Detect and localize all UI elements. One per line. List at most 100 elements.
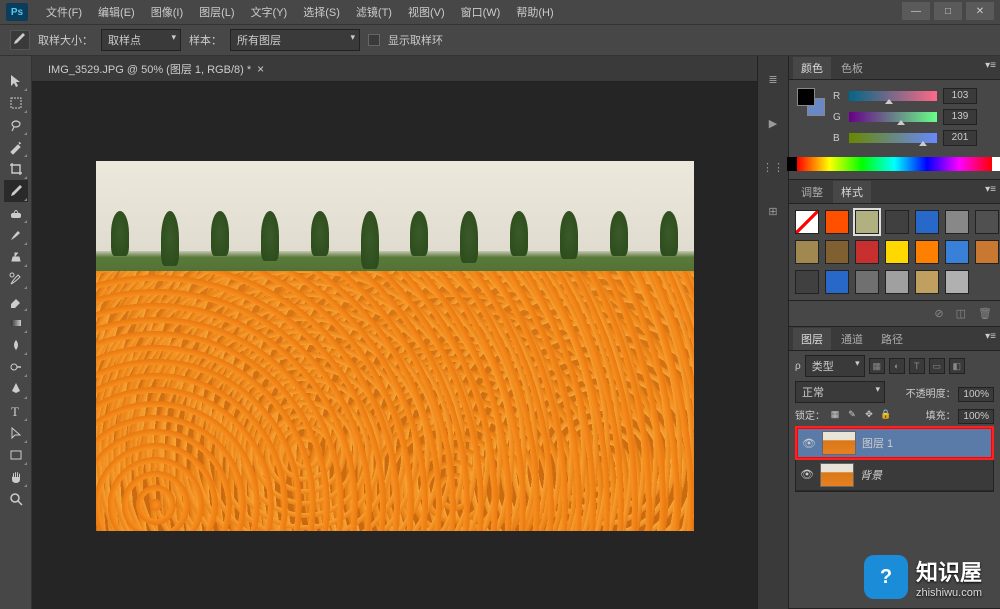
minimize-button[interactable]: — xyxy=(902,2,930,20)
sample-dropdown[interactable]: 所有图层 xyxy=(230,29,360,51)
layer-thumbnail[interactable] xyxy=(822,431,856,455)
clear-style-icon[interactable]: ⊘ xyxy=(934,307,943,320)
tab-styles[interactable]: 样式 xyxy=(833,181,871,203)
visibility-icon[interactable]: 👁 xyxy=(802,437,816,450)
layer-thumbnail[interactable] xyxy=(820,463,854,487)
hand-tool[interactable] xyxy=(4,466,28,488)
blend-mode-dropdown[interactable]: 正常 xyxy=(795,381,885,403)
b-value-input[interactable]: 201 xyxy=(943,130,977,146)
filter-adjust-icon[interactable]: ◐ xyxy=(889,358,905,374)
document-close-icon[interactable]: × xyxy=(257,62,264,76)
filter-pixel-icon[interactable]: ▦ xyxy=(869,358,885,374)
move-tool[interactable] xyxy=(4,70,28,92)
filter-smart-icon[interactable]: ◧ xyxy=(949,358,965,374)
panel-menu-icon[interactable]: ▾≡ xyxy=(985,184,996,195)
trash-icon[interactable]: 🗑 xyxy=(978,307,992,320)
new-style-icon[interactable]: ◫ xyxy=(956,307,966,320)
filter-shape-icon[interactable]: ▭ xyxy=(929,358,945,374)
tab-layers[interactable]: 图层 xyxy=(793,328,831,350)
menu-help[interactable]: 帮助(H) xyxy=(508,1,561,23)
gradient-tool[interactable] xyxy=(4,312,28,334)
style-swatch[interactable] xyxy=(825,270,849,294)
style-swatch[interactable] xyxy=(915,210,939,234)
opacity-input[interactable]: 100% xyxy=(958,387,994,402)
menu-view[interactable]: 视图(V) xyxy=(400,1,453,23)
menu-select[interactable]: 选择(S) xyxy=(295,1,348,23)
style-swatch[interactable] xyxy=(855,270,879,294)
lock-transparency-icon[interactable]: ▦ xyxy=(828,408,842,422)
marquee-tool[interactable] xyxy=(4,92,28,114)
lock-pixels-icon[interactable]: ✎ xyxy=(845,408,859,422)
show-ring-checkbox[interactable] xyxy=(368,34,380,46)
menu-layer[interactable]: 图层(L) xyxy=(191,1,242,23)
canvas-image[interactable] xyxy=(96,161,694,531)
style-swatch[interactable] xyxy=(885,240,909,264)
visibility-icon[interactable]: 👁 xyxy=(800,468,814,481)
crop-tool[interactable] xyxy=(4,158,28,180)
eyedropper-icon[interactable] xyxy=(10,30,30,50)
menu-filter[interactable]: 滤镜(T) xyxy=(348,1,400,23)
layer-name[interactable]: 图层 1 xyxy=(862,435,893,451)
tab-color[interactable]: 颜色 xyxy=(793,57,831,79)
lock-position-icon[interactable]: ✥ xyxy=(862,408,876,422)
magic-wand-tool[interactable] xyxy=(4,136,28,158)
eyedropper-tool[interactable] xyxy=(4,180,28,202)
actions-panel-icon[interactable]: ▶ xyxy=(764,114,782,132)
close-button[interactable]: ✕ xyxy=(966,2,994,20)
dodge-tool[interactable] xyxy=(4,356,28,378)
style-swatch[interactable] xyxy=(975,210,999,234)
menu-file[interactable]: 文件(F) xyxy=(38,1,90,23)
lasso-tool[interactable] xyxy=(4,114,28,136)
style-swatch[interactable] xyxy=(945,240,969,264)
menu-image[interactable]: 图像(I) xyxy=(143,1,191,23)
menu-type[interactable]: 文字(Y) xyxy=(243,1,296,23)
filter-type-icon[interactable]: T xyxy=(909,358,925,374)
style-swatch[interactable] xyxy=(945,270,969,294)
rectangle-tool[interactable] xyxy=(4,444,28,466)
tab-channels[interactable]: 通道 xyxy=(833,328,871,350)
r-value-input[interactable]: 103 xyxy=(943,88,977,104)
style-swatch[interactable] xyxy=(795,240,819,264)
color-spectrum[interactable] xyxy=(797,157,992,171)
properties-panel-icon[interactable]: ⊞ xyxy=(764,202,782,220)
panel-menu-icon[interactable]: ▾≡ xyxy=(985,331,996,342)
style-swatch[interactable] xyxy=(975,240,999,264)
blur-tool[interactable] xyxy=(4,334,28,356)
healing-brush-tool[interactable] xyxy=(4,202,28,224)
menu-window[interactable]: 窗口(W) xyxy=(453,1,509,23)
r-slider[interactable] xyxy=(849,91,937,101)
fill-input[interactable]: 100% xyxy=(958,409,994,424)
sample-size-dropdown[interactable]: 取样点 xyxy=(101,29,181,51)
lock-all-icon[interactable]: 🔒 xyxy=(879,408,893,422)
style-swatch[interactable] xyxy=(885,270,909,294)
style-swatch[interactable] xyxy=(885,210,909,234)
tab-adjustments[interactable]: 调整 xyxy=(793,181,831,203)
g-value-input[interactable]: 139 xyxy=(943,109,977,125)
layer-name[interactable]: 背景 xyxy=(860,467,882,483)
document-tab[interactable]: IMG_3529.JPG @ 50% (图层 1, RGB/8) * × xyxy=(40,57,272,81)
path-selection-tool[interactable] xyxy=(4,422,28,444)
g-slider[interactable] xyxy=(849,112,937,122)
eraser-tool[interactable] xyxy=(4,290,28,312)
brush-tool[interactable] xyxy=(4,224,28,246)
history-brush-tool[interactable] xyxy=(4,268,28,290)
style-swatch[interactable] xyxy=(855,210,879,234)
layer-kind-dropdown[interactable]: 类型 xyxy=(805,355,865,377)
tab-paths[interactable]: 路径 xyxy=(873,328,911,350)
style-swatch[interactable] xyxy=(795,270,819,294)
style-swatch[interactable] xyxy=(915,240,939,264)
style-swatch[interactable] xyxy=(945,210,969,234)
tab-swatches[interactable]: 色板 xyxy=(833,57,871,79)
layer-row[interactable]: 👁 背景 xyxy=(796,459,993,491)
panel-menu-icon[interactable]: ▾≡ xyxy=(985,60,996,71)
layer-row-selected[interactable]: 👁 图层 1 xyxy=(796,427,993,459)
style-swatch[interactable] xyxy=(915,270,939,294)
type-tool[interactable]: T xyxy=(4,400,28,422)
foreground-background-swatch[interactable] xyxy=(797,88,825,116)
style-swatch[interactable] xyxy=(825,240,849,264)
menu-edit[interactable]: 编辑(E) xyxy=(90,1,143,23)
maximize-button[interactable]: □ xyxy=(934,2,962,20)
brushes-panel-icon[interactable]: ⋮⋮ xyxy=(764,158,782,176)
clone-stamp-tool[interactable] xyxy=(4,246,28,268)
foreground-color-swatch[interactable] xyxy=(797,88,815,106)
